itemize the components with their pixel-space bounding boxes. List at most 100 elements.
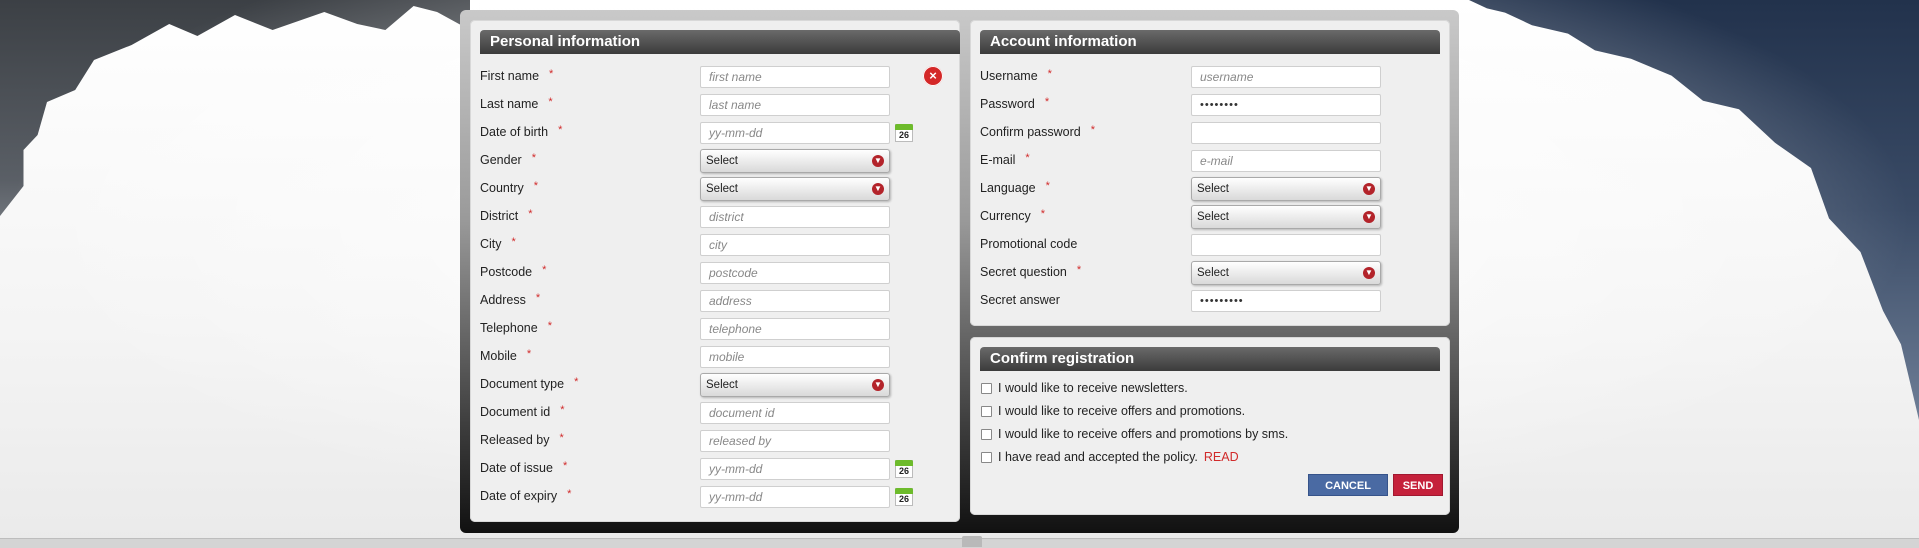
date-of-birth-row: Date of birth * yy-mm-dd 26 bbox=[480, 121, 940, 145]
country-label-text: Country bbox=[480, 181, 524, 195]
document-type-select[interactable]: Select ▼ bbox=[700, 373, 890, 397]
last-name-input[interactable]: last name bbox=[700, 94, 890, 116]
mobile-input[interactable]: mobile bbox=[700, 346, 890, 368]
calendar-icon[interactable]: 26 bbox=[895, 488, 913, 506]
promotional-code-label: Promotional code bbox=[980, 237, 1077, 251]
language-label-text: Language bbox=[980, 181, 1036, 195]
calendar-day: 26 bbox=[898, 130, 909, 140]
confirm-option-row: I would like to receive newsletters. bbox=[981, 381, 1431, 399]
postcode-input[interactable]: postcode bbox=[700, 262, 890, 284]
gender-select-value: Select bbox=[706, 155, 738, 167]
released-by-label-text: Released by bbox=[480, 433, 550, 447]
account-information-panel: Account information Username * username Pas… bbox=[970, 20, 1450, 326]
language-select[interactable]: Select ▼ bbox=[1191, 177, 1381, 201]
username-input[interactable]: username bbox=[1191, 66, 1381, 88]
date-of-birth-label: Date of birth * bbox=[480, 124, 562, 139]
confirm-registration-panel: Confirm registration I would like to rec… bbox=[970, 337, 1450, 515]
required-mark: * bbox=[562, 460, 568, 472]
password-label-text: Password bbox=[980, 97, 1035, 111]
currency-select[interactable]: Select ▼ bbox=[1191, 205, 1381, 229]
date-of-issue-label-text: Date of issue bbox=[480, 461, 553, 475]
telephone-input[interactable]: telephone bbox=[700, 318, 890, 340]
date-of-expiry-label: Date of expiry * bbox=[480, 488, 571, 503]
required-mark: * bbox=[511, 236, 516, 248]
chevron-down-icon: ▼ bbox=[1363, 211, 1375, 223]
e-mail-input[interactable]: e-mail bbox=[1191, 150, 1381, 172]
checkbox[interactable] bbox=[981, 452, 992, 463]
e-mail-label: E-mail * bbox=[980, 152, 1030, 167]
personal-information-panel: Personal information × First name * first … bbox=[470, 20, 960, 522]
account-information-title: Account information bbox=[980, 30, 1440, 54]
last-name-label-text: Last name bbox=[480, 97, 539, 111]
city-input[interactable]: city bbox=[700, 234, 890, 256]
document-id-input[interactable]: document id bbox=[700, 402, 890, 424]
secret-question-select[interactable]: Select ▼ bbox=[1191, 261, 1381, 285]
first-name-input[interactable]: first name bbox=[700, 66, 890, 88]
confirm-option-row: I would like to receive offers and promo… bbox=[981, 427, 1431, 445]
date-of-expiry-input[interactable]: yy-mm-dd bbox=[700, 486, 890, 508]
currency-row: Currency * Select ▼ bbox=[980, 205, 1430, 229]
first-name-label: First name * bbox=[480, 68, 553, 83]
document-id-label-text: Document id bbox=[480, 405, 551, 419]
promotional-code-input[interactable] bbox=[1191, 234, 1381, 256]
secret-answer-label-text: Secret answer bbox=[980, 293, 1060, 307]
calendar-icon[interactable]: 26 bbox=[895, 460, 913, 478]
required-mark: * bbox=[1047, 68, 1052, 80]
district-input[interactable]: district bbox=[700, 206, 890, 228]
password-input[interactable]: •••••••• bbox=[1191, 94, 1381, 116]
checkbox-label-text: I would like to receive newsletters. bbox=[998, 381, 1188, 395]
chevron-down-icon: ▼ bbox=[1363, 183, 1375, 195]
send-button[interactable]: SEND bbox=[1393, 474, 1443, 496]
date-of-expiry-label-text: Date of expiry bbox=[480, 489, 558, 503]
confirm-password-input[interactable] bbox=[1191, 122, 1381, 144]
date-of-expiry-row: Date of expiry * yy-mm-dd 26 bbox=[480, 485, 940, 509]
currency-label-text: Currency bbox=[980, 209, 1031, 223]
document-type-label-text: Document type bbox=[480, 377, 565, 391]
required-mark: * bbox=[526, 348, 532, 360]
checkbox-label-text: I would like to receive offers and promo… bbox=[998, 427, 1289, 441]
first-name-row: First name * first name bbox=[480, 65, 940, 89]
country-select[interactable]: Select ▼ bbox=[700, 177, 890, 201]
telephone-row: Telephone * telephone bbox=[480, 317, 940, 341]
language-label: Language * bbox=[980, 180, 1050, 195]
gender-select[interactable]: Select ▼ bbox=[700, 149, 890, 173]
confirm-option-row: I would like to receive offers and promo… bbox=[981, 404, 1431, 422]
address-input[interactable]: address bbox=[700, 290, 890, 312]
bottom-tab[interactable] bbox=[962, 536, 982, 547]
e-mail-row: E-mail * e-mail bbox=[980, 149, 1430, 173]
required-mark: * bbox=[1076, 264, 1082, 276]
first-name-label-text: First name bbox=[480, 69, 540, 83]
checkbox[interactable] bbox=[981, 406, 992, 417]
date-of-birth-input[interactable]: yy-mm-dd bbox=[700, 122, 890, 144]
document-type-select-value: Select bbox=[706, 379, 738, 391]
secret-answer-row: Secret answer ••••••••• bbox=[980, 289, 1430, 313]
gender-row: Gender * Select ▼ bbox=[480, 149, 940, 173]
cancel-button[interactable]: CANCEL bbox=[1308, 474, 1388, 496]
required-mark: * bbox=[533, 180, 539, 192]
released-by-input[interactable]: released by bbox=[700, 430, 890, 452]
checkbox-label: I would like to receive offers and promo… bbox=[998, 427, 1288, 441]
username-label-text: Username bbox=[980, 69, 1038, 83]
secret-answer-input[interactable]: ••••••••• bbox=[1191, 290, 1381, 312]
confirm-registration-title: Confirm registration bbox=[980, 347, 1440, 371]
secret-question-label-text: Secret question bbox=[980, 265, 1067, 279]
calendar-day: 26 bbox=[898, 466, 909, 476]
personal-information-title: Personal information bbox=[480, 30, 960, 54]
checkbox[interactable] bbox=[981, 429, 992, 440]
date-of-issue-input[interactable]: yy-mm-dd bbox=[700, 458, 890, 480]
read-policy-link[interactable]: READ bbox=[1204, 450, 1239, 464]
required-mark: * bbox=[1090, 124, 1096, 136]
address-label-text: Address bbox=[480, 293, 526, 307]
secret-question-row: Secret question * Select ▼ bbox=[980, 261, 1430, 285]
checkbox-label: I would like to receive newsletters. bbox=[998, 381, 1188, 395]
gender-label: Gender * bbox=[480, 152, 536, 167]
checkbox[interactable] bbox=[981, 383, 992, 394]
last-name-row: Last name * last name bbox=[480, 93, 940, 117]
checkbox-label-text: I would like to receive offers and promo… bbox=[998, 404, 1246, 418]
district-row: District * district bbox=[480, 205, 940, 229]
country-select-value: Select bbox=[706, 183, 738, 195]
required-mark: * bbox=[559, 432, 564, 444]
confirm-password-label-text: Confirm password bbox=[980, 125, 1081, 139]
calendar-icon[interactable]: 26 bbox=[895, 124, 913, 142]
date-of-birth-label-text: Date of birth bbox=[480, 125, 549, 139]
